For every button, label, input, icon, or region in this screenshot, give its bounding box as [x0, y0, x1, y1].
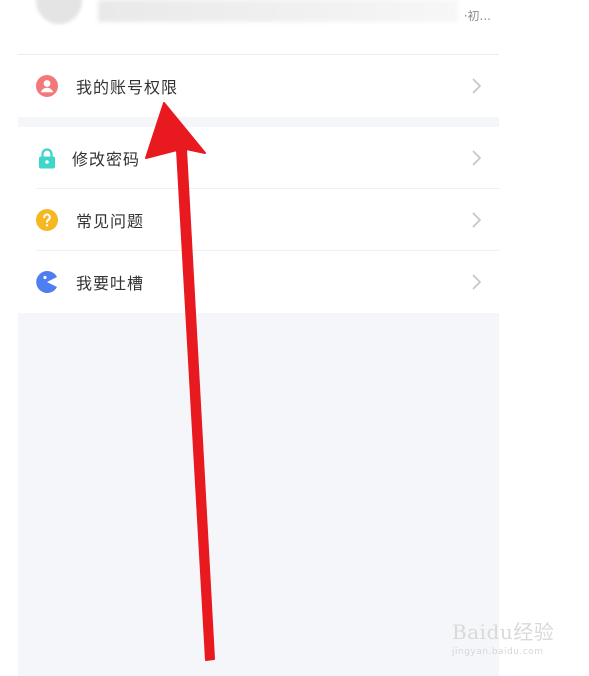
profile-header[interactable]: ·初... [18, 0, 499, 55]
menu-item-label: 我的账号权限 [76, 78, 179, 97]
avatar [36, 0, 82, 24]
menu-item-account-permissions[interactable]: 我的账号权限 [18, 55, 499, 117]
menu-item-change-password[interactable]: 修改密码 [18, 127, 499, 189]
pacman-icon [35, 270, 59, 294]
lock-icon [35, 146, 59, 170]
profile-hint-text: ·初... [463, 9, 491, 23]
settings-screen: ·初... 我的账号权限 修改密码 常见问题 我要吐槽 [18, 0, 499, 676]
chevron-right-icon [472, 274, 482, 290]
watermark-brand: Baidu经验 [452, 620, 555, 644]
user-icon [35, 74, 59, 98]
chevron-right-icon [472, 78, 482, 94]
blurred-profile-info [98, 0, 458, 22]
menu-item-feedback[interactable]: 我要吐槽 [18, 251, 499, 313]
watermark-url: jingyan.baidu.com [452, 647, 544, 657]
menu-item-label: 我要吐槽 [76, 274, 145, 293]
chevron-right-icon [472, 212, 482, 228]
question-icon [35, 208, 59, 232]
menu-item-faq[interactable]: 常见问题 [18, 189, 499, 251]
menu-item-label: 常见问题 [76, 212, 145, 231]
menu-item-label: 修改密码 [72, 150, 141, 169]
chevron-right-icon [472, 150, 482, 166]
watermark-logo: Baidu经验 jingyan.baidu.com [452, 616, 562, 664]
